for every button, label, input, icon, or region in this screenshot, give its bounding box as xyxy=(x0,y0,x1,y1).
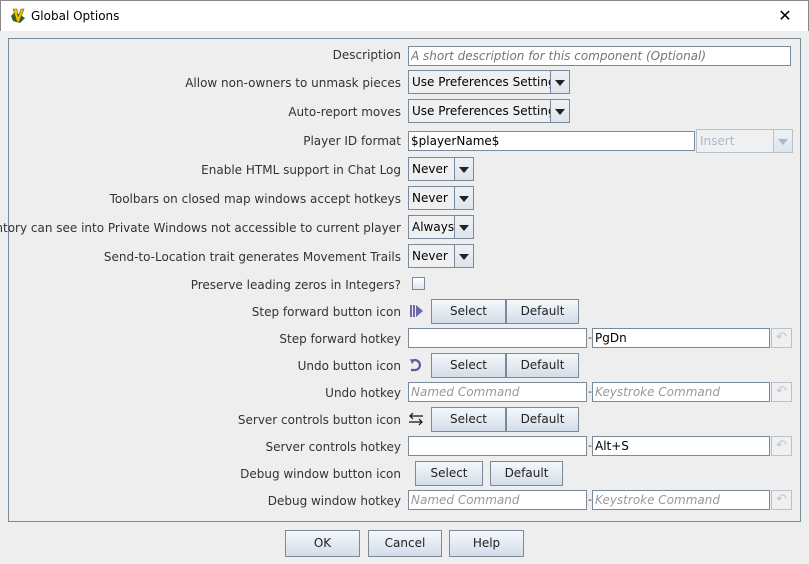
debug-select-button[interactable]: Select xyxy=(415,461,483,486)
debug-hotkey-label: Debug window hotkey xyxy=(267,494,401,508)
unmask-label: Allow non-owners to unmask pieces xyxy=(185,76,401,90)
description-label: Description xyxy=(332,48,401,62)
undo-icon-label: Undo button icon xyxy=(297,359,401,373)
server-named-command-input[interactable] xyxy=(408,436,587,456)
debug-icon-label: Debug window button icon xyxy=(240,467,401,481)
unmask-select[interactable]: Use Preferences Setting xyxy=(408,70,570,94)
title-bar: Global Options ✕ xyxy=(0,0,809,31)
description-input[interactable] xyxy=(408,46,791,66)
step-keystroke-input[interactable]: PgDn xyxy=(592,328,770,348)
html-select[interactable]: Never xyxy=(408,157,474,181)
debug-keystroke-input[interactable]: Keystroke Command xyxy=(592,490,770,510)
debug-named-command-input[interactable]: Named Command xyxy=(408,490,587,510)
step-select-button[interactable]: Select xyxy=(431,299,506,324)
server-icon-label: Server controls button icon xyxy=(237,413,401,427)
step-named-command-input[interactable] xyxy=(408,328,587,348)
revert-icon: ↶ xyxy=(771,436,792,456)
help-button[interactable]: Help xyxy=(449,530,524,557)
toolbars-select[interactable]: Never xyxy=(408,186,474,210)
ok-button[interactable]: OK xyxy=(285,530,360,557)
chevron-down-icon xyxy=(455,158,473,180)
close-button[interactable]: ✕ xyxy=(762,1,808,32)
zeros-checkbox[interactable] xyxy=(412,277,425,290)
insert-select: Insert xyxy=(696,129,793,153)
step-icon-label: Step forward button icon xyxy=(251,305,401,319)
trails-select[interactable]: Never xyxy=(408,244,474,268)
undo-select-button[interactable]: Select xyxy=(431,353,506,378)
step-hotkey-label: Step forward hotkey xyxy=(279,332,401,346)
vassal-logo-icon xyxy=(11,8,25,23)
autoreport-select[interactable]: Use Preferences Setting xyxy=(408,99,570,123)
toolbars-label: Toolbars on closed map windows accept ho… xyxy=(109,192,401,206)
chevron-down-icon xyxy=(455,245,473,267)
cancel-button[interactable]: Cancel xyxy=(368,530,442,557)
server-keystroke-input[interactable]: Alt+S xyxy=(592,436,770,456)
server-select-button[interactable]: Select xyxy=(431,407,506,432)
html-label: Enable HTML support in Chat Log xyxy=(201,163,401,177)
server-hotkey-label: Server controls hotkey xyxy=(265,440,402,454)
debug-default-button[interactable]: Default xyxy=(490,461,563,486)
undo-icon xyxy=(410,359,421,372)
chevron-down-icon xyxy=(551,71,569,93)
inventory-select[interactable]: Always xyxy=(408,215,474,239)
step-forward-icon xyxy=(410,305,423,317)
autoreport-label: Auto-report moves xyxy=(288,105,401,119)
undo-keystroke-input[interactable]: Keystroke Command xyxy=(592,382,770,402)
inventory-label: Inventory can see into Private Windows n… xyxy=(0,221,401,235)
revert-icon: ↶ xyxy=(771,328,792,348)
playerid-input[interactable]: $playerName$ xyxy=(408,131,695,151)
server-default-button[interactable]: Default xyxy=(506,407,579,432)
playerid-label: Player ID format xyxy=(303,134,401,148)
revert-icon: ↶ xyxy=(771,382,792,402)
window-title: Global Options xyxy=(31,9,120,23)
chevron-down-icon xyxy=(455,187,473,209)
step-default-button[interactable]: Default xyxy=(506,299,579,324)
chevron-down-icon xyxy=(774,130,792,152)
undo-default-button[interactable]: Default xyxy=(506,353,579,378)
trails-label: Send-to-Location trait generates Movemen… xyxy=(103,250,401,264)
revert-icon: ↶ xyxy=(771,490,792,510)
server-arrows-icon xyxy=(409,412,423,426)
undo-named-command-input[interactable]: Named Command xyxy=(408,382,587,402)
chevron-down-icon xyxy=(455,216,473,238)
zeros-label: Preserve leading zeros in Integers? xyxy=(190,278,401,292)
undo-hotkey-label: Undo hotkey xyxy=(325,386,401,400)
chevron-down-icon xyxy=(551,100,569,122)
